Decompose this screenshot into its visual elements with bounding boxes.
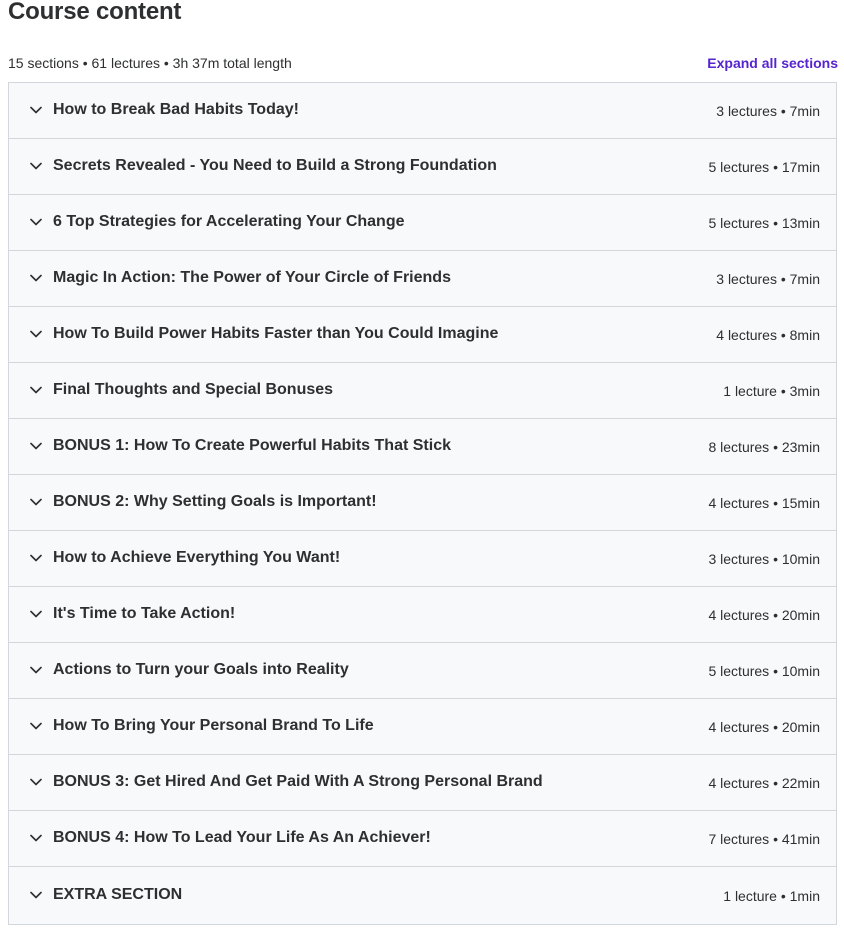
section-meta: 3 lectures • 10min (708, 550, 820, 567)
section-meta: 1 lecture • 3min (723, 382, 820, 399)
chevron-down-icon (29, 215, 43, 229)
section-title: How To Build Power Habits Faster than Yo… (53, 324, 499, 342)
chevron-down-icon (29, 663, 43, 677)
section-title: Actions to Turn your Goals into Reality (53, 660, 349, 678)
chevron-down-icon (29, 103, 43, 117)
section-meta: 5 lectures • 13min (708, 214, 820, 231)
course-summary: 15 sections • 61 lectures • 3h 37m total… (8, 55, 292, 71)
chevron-down-icon (29, 888, 43, 902)
section-header-1[interactable]: How to Break Bad Habits Today! 3 lecture… (9, 83, 836, 139)
expand-all-sections-button[interactable]: Expand all sections (707, 55, 838, 71)
section-meta: 4 lectures • 8min (716, 326, 820, 343)
sections-list: How to Break Bad Habits Today! 3 lecture… (8, 82, 837, 925)
section-title: BONUS 3: Get Hired And Get Paid With A S… (53, 772, 543, 790)
section-meta: 3 lectures • 7min (716, 270, 820, 287)
chevron-down-icon (29, 719, 43, 733)
chevron-down-icon (29, 439, 43, 453)
section-header-2[interactable]: Secrets Revealed - You Need to Build a S… (9, 139, 836, 195)
section-title: How to Achieve Everything You Want! (53, 548, 341, 566)
section-title: How To Bring Your Personal Brand To Life (53, 716, 374, 734)
section-header-3[interactable]: 6 Top Strategies for Accelerating Your C… (9, 195, 836, 251)
section-header-6[interactable]: Final Thoughts and Special Bonuses 1 lec… (9, 363, 836, 419)
section-title: Magic In Action: The Power of Your Circl… (53, 268, 451, 286)
chevron-down-icon (29, 831, 43, 845)
chevron-down-icon (29, 271, 43, 285)
section-header-12[interactable]: How To Bring Your Personal Brand To Life… (9, 699, 836, 755)
section-meta: 4 lectures • 20min (708, 718, 820, 735)
section-meta: 5 lectures • 17min (708, 158, 820, 175)
chevron-down-icon (29, 775, 43, 789)
course-content-panel: Course content 15 sections • 61 lectures… (0, 0, 844, 929)
section-header-9[interactable]: How to Achieve Everything You Want! 3 le… (9, 531, 836, 587)
chevron-down-icon (29, 551, 43, 565)
section-title: It's Time to Take Action! (53, 604, 236, 622)
section-meta: 1 lecture • 1min (723, 887, 820, 904)
section-title: How to Break Bad Habits Today! (53, 100, 299, 118)
section-meta: 8 lectures • 23min (708, 438, 820, 455)
section-meta: 5 lectures • 10min (708, 662, 820, 679)
section-meta: 4 lectures • 20min (708, 606, 820, 623)
section-meta: 4 lectures • 15min (708, 494, 820, 511)
chevron-down-icon (29, 383, 43, 397)
section-header-15[interactable]: EXTRA SECTION 1 lecture • 1min (9, 867, 836, 924)
section-header-7[interactable]: BONUS 1: How To Create Powerful Habits T… (9, 419, 836, 475)
section-meta: 4 lectures • 22min (708, 774, 820, 791)
section-header-10[interactable]: It's Time to Take Action! 4 lectures • 2… (9, 587, 836, 643)
section-header-13[interactable]: BONUS 3: Get Hired And Get Paid With A S… (9, 755, 836, 811)
section-title: EXTRA SECTION (53, 885, 183, 903)
section-header-11[interactable]: Actions to Turn your Goals into Reality … (9, 643, 836, 699)
section-meta: 7 lectures • 41min (708, 830, 820, 847)
chevron-down-icon (29, 159, 43, 173)
page-title: Course content (8, 0, 182, 25)
chevron-down-icon (29, 495, 43, 509)
section-header-8[interactable]: BONUS 2: Why Setting Goals is Important!… (9, 475, 836, 531)
chevron-down-icon (29, 607, 43, 621)
section-title: 6 Top Strategies for Accelerating Your C… (53, 212, 405, 230)
section-title: Final Thoughts and Special Bonuses (53, 380, 334, 398)
section-header-4[interactable]: Magic In Action: The Power of Your Circl… (9, 251, 836, 307)
chevron-down-icon (29, 327, 43, 341)
section-meta: 3 lectures • 7min (716, 102, 820, 119)
summary-row: 15 sections • 61 lectures • 3h 37m total… (8, 53, 838, 73)
section-header-14[interactable]: BONUS 4: How To Lead Your Life As An Ach… (9, 811, 836, 867)
section-title: BONUS 2: Why Setting Goals is Important! (53, 492, 377, 510)
section-title: Secrets Revealed - You Need to Build a S… (53, 156, 497, 174)
section-title: BONUS 1: How To Create Powerful Habits T… (53, 436, 451, 454)
section-title: BONUS 4: How To Lead Your Life As An Ach… (53, 828, 431, 846)
section-header-5[interactable]: How To Build Power Habits Faster than Yo… (9, 307, 836, 363)
